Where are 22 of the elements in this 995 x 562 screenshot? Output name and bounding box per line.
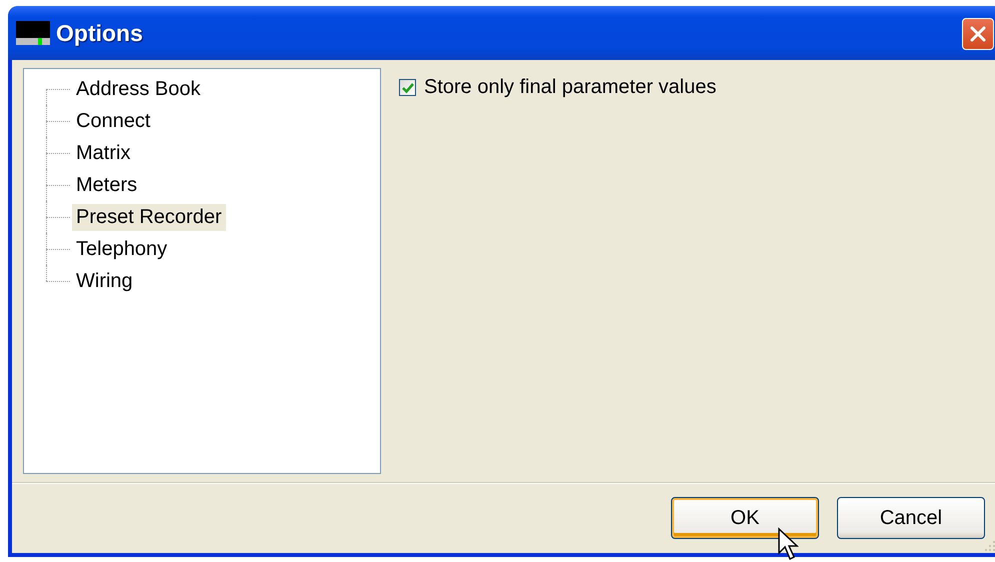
tree-item[interactable]: Connect xyxy=(72,108,154,134)
tree-item[interactable]: Wiring xyxy=(72,268,137,294)
tree-connector-line xyxy=(46,201,72,233)
tree-connector-line xyxy=(46,105,72,137)
close-button[interactable] xyxy=(962,18,994,50)
checkbox[interactable] xyxy=(399,79,416,96)
tree-item[interactable]: Preset Recorder xyxy=(72,204,226,230)
check-icon xyxy=(400,80,414,94)
tree-item[interactable]: Meters xyxy=(72,172,142,198)
close-icon xyxy=(968,24,988,44)
tree-item[interactable]: Telephony xyxy=(72,236,172,262)
app-icon xyxy=(16,21,50,45)
window-title: Options xyxy=(56,20,143,46)
dialog-button[interactable]: OK xyxy=(671,497,819,539)
checkbox-label: Store only final parameter values xyxy=(424,76,716,99)
tree-item[interactable]: Matrix xyxy=(72,140,134,166)
tree-item[interactable]: Address Book xyxy=(72,76,205,102)
tree-connector-line xyxy=(46,137,72,169)
tree-connector-line xyxy=(46,169,72,201)
tree-connector-line xyxy=(46,233,72,265)
resize-grip-icon xyxy=(985,539,995,551)
dialog-button[interactable]: Cancel xyxy=(837,497,985,539)
